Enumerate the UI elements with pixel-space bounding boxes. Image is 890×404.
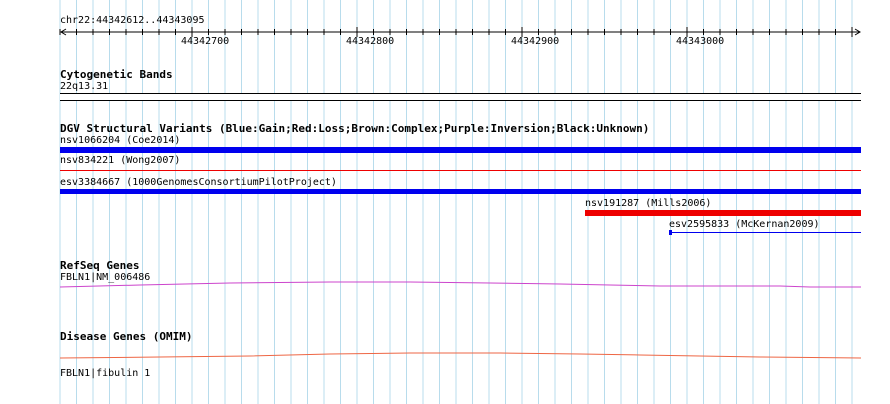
variant-label: nsv191287 (Mills2006) xyxy=(585,198,712,209)
variant-label: esv2595833 (McKernan2009) xyxy=(669,219,820,230)
ruler-tick-label: 44342800 xyxy=(346,36,395,47)
variant-gain-bar[interactable] xyxy=(60,147,861,153)
track-title-cytoband: Cytogenetic Bands xyxy=(60,68,173,81)
ruler-axis[interactable] xyxy=(0,0,890,50)
omim-gene-label: FBLN1|fibulin 1 xyxy=(60,368,151,379)
track-title-dgv: DGV Structural Variants (Blue:Gain;Red:L… xyxy=(60,122,650,135)
cytoband-label: 22q13.31 xyxy=(60,81,109,92)
refseq-gene-track[interactable] xyxy=(0,278,890,294)
variant-gain-line[interactable] xyxy=(669,232,861,233)
variant-label: nsv1066204 (Coe2014) xyxy=(60,135,181,146)
variant-loss-bar[interactable] xyxy=(585,210,861,216)
omim-gene-track[interactable] xyxy=(0,348,890,364)
grid-lines xyxy=(59,0,853,404)
ruler-tick-label: 44342700 xyxy=(181,36,230,47)
variant-gain-bar[interactable] xyxy=(60,189,861,194)
ruler-tick-label: 44343000 xyxy=(676,36,725,47)
ruler-tick-label: 44342900 xyxy=(511,36,560,47)
track-title-refseq: RefSeq Genes xyxy=(60,259,140,272)
variant-label: esv3384667 (1000GenomesConsortiumPilotPr… xyxy=(60,177,337,188)
cytoband-feature[interactable] xyxy=(60,93,861,101)
variant-loss-line[interactable] xyxy=(60,170,861,171)
variant-label: nsv834221 (Wong2007) xyxy=(60,155,181,166)
variant-gain-block[interactable] xyxy=(669,230,672,235)
track-title-omim: Disease Genes (OMIM) xyxy=(60,330,193,343)
